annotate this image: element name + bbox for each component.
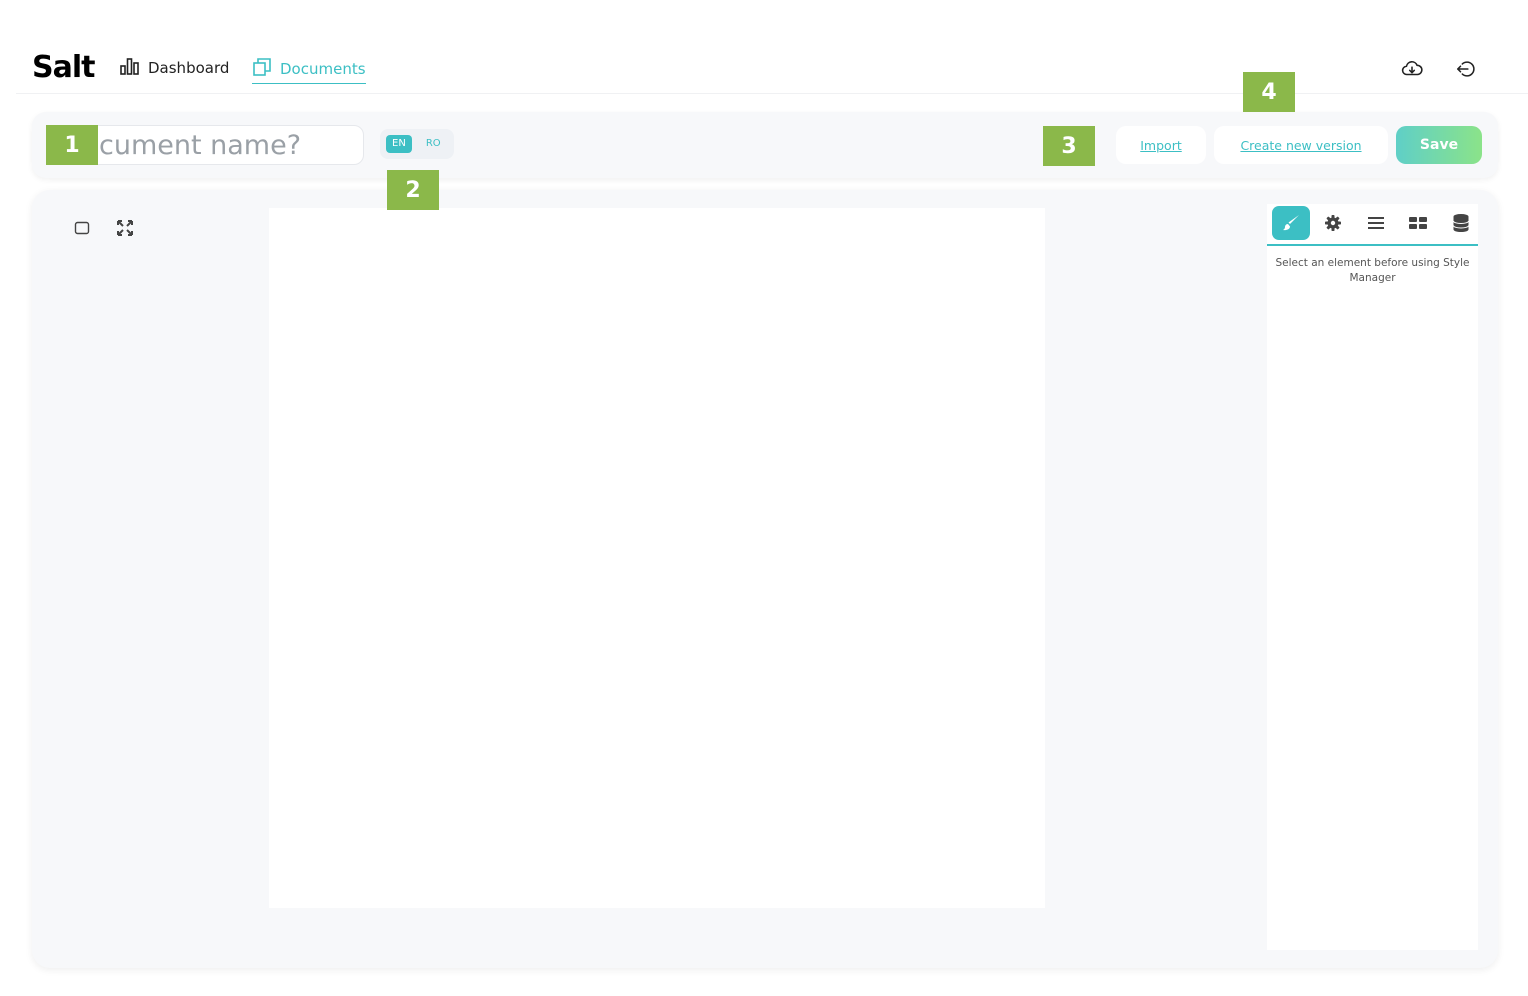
cloud-download-icon[interactable] [1400,57,1424,81]
panel-tabs [1267,204,1478,246]
marker-1: 1 [46,125,98,165]
database-icon[interactable] [1442,206,1480,240]
nav-documents-label: Documents [280,60,366,78]
square-icon[interactable] [72,218,92,238]
style-manager-message: Select an element before using Style Man… [1275,257,1470,284]
save-button[interactable]: Save [1396,126,1482,164]
blocks-icon[interactable] [1399,206,1437,240]
gear-icon[interactable] [1314,206,1352,240]
document-canvas[interactable] [269,208,1045,908]
bar-chart-icon [120,57,140,79]
top-navigation: Salt Dashboard Documents [16,40,1528,94]
documents-icon [252,57,272,81]
language-en-button[interactable]: EN [386,135,412,153]
marker-2: 2 [387,170,439,210]
nav-documents[interactable]: Documents [252,57,366,84]
menu-icon[interactable] [1357,206,1395,240]
logout-icon[interactable] [1454,57,1478,81]
import-button[interactable]: Import [1116,126,1206,164]
editor-area: Select an element before using Style Man… [32,190,1498,968]
app-logo[interactable]: Salt [32,50,95,85]
nav-dashboard[interactable]: Dashboard [120,57,229,79]
create-new-version-button[interactable]: Create new version [1214,126,1388,164]
document-toolbar: EN RO Import Create new version Save [32,112,1498,178]
nav-dashboard-label: Dashboard [148,59,230,77]
style-manager-panel: Select an element before using Style Man… [1267,204,1478,950]
brush-icon[interactable] [1272,206,1310,240]
marker-3: 3 [1043,126,1095,166]
fullscreen-icon[interactable] [115,218,135,238]
language-ro-button[interactable]: RO [420,135,447,153]
language-switch: EN RO [380,129,454,159]
marker-4: 4 [1243,72,1295,112]
